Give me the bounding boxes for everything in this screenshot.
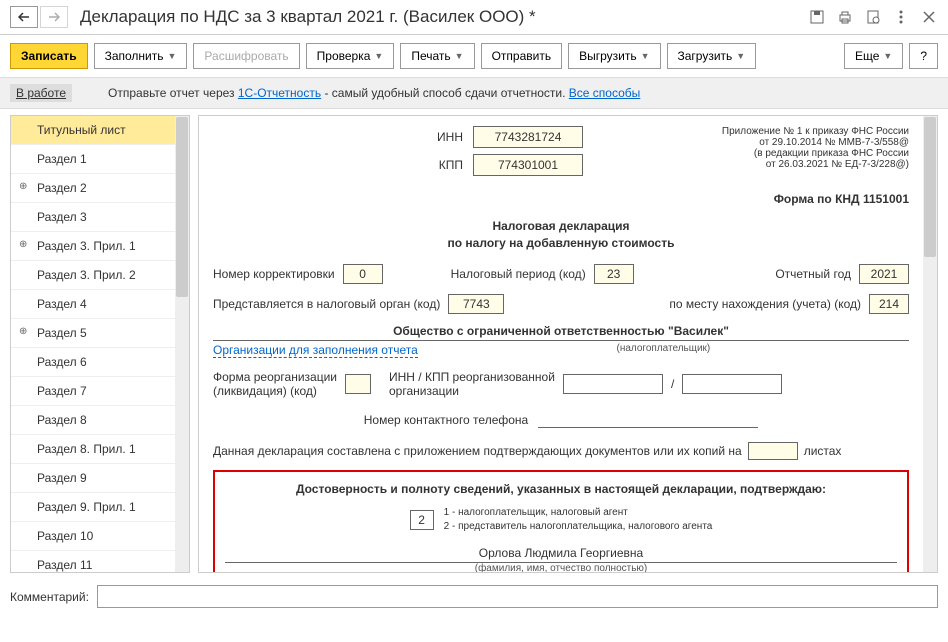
doc-text: Данная декларация составлена с приложени… (213, 444, 742, 458)
corr-label: Номер корректировки (213, 267, 335, 281)
period-label: Налоговый период (код) (451, 267, 586, 281)
toolbar: Записать Заполнить▼ Расшифровать Проверк… (0, 35, 948, 77)
sidebar-item-10[interactable]: Раздел 8 (11, 406, 189, 435)
phone-label: Номер контактного телефона (364, 413, 528, 427)
conf-header: Достоверность и полноту сведений, указан… (225, 482, 897, 496)
more-button[interactable]: Еще▼ (844, 43, 903, 69)
org-name: Общество с ограниченной ответственностью… (213, 324, 909, 341)
comment-input[interactable] (97, 585, 938, 608)
decode-button: Расшифровать (193, 43, 299, 69)
unload-button[interactable]: Выгрузить▼ (568, 43, 660, 69)
sidebar-scrollbar[interactable] (175, 116, 189, 572)
fio-value: Орлова Людмила Георгиевна (225, 546, 897, 563)
chevron-down-icon: ▼ (736, 51, 745, 61)
org-link[interactable]: Организации для заполнения отчета (213, 343, 418, 358)
sidebar-item-7[interactable]: Раздел 5 (11, 319, 189, 348)
sidebar-item-4[interactable]: Раздел 3. Прил. 1 (11, 232, 189, 261)
reorg-inn-field[interactable] (563, 374, 663, 394)
attach-icon[interactable] (864, 8, 882, 26)
reorg-code-field[interactable] (345, 374, 371, 394)
link-all-methods[interactable]: Все способы (569, 86, 641, 100)
sidebar-item-0[interactable]: Титульный лист (11, 116, 189, 145)
appendix-text: Приложение № 1 к приказу ФНС России от 2… (722, 126, 909, 182)
sidebar-item-8[interactable]: Раздел 6 (11, 348, 189, 377)
place-label: по месту нахождения (учета) (код) (669, 297, 861, 311)
inn-field[interactable]: 7743281724 (473, 126, 583, 148)
declaration-title: Налоговая декларация по налогу на добавл… (213, 218, 909, 252)
period-field[interactable]: 23 (594, 264, 634, 284)
link-1c[interactable]: 1С-Отчетность (238, 86, 321, 100)
chevron-down-icon: ▼ (168, 51, 177, 61)
chevron-down-icon: ▼ (374, 51, 383, 61)
status-badge[interactable]: В работе (10, 84, 72, 102)
save-button[interactable]: Записать (10, 43, 88, 69)
chevron-down-icon: ▼ (883, 51, 892, 61)
arrow-left-icon (18, 12, 30, 22)
window-title: Декларация по НДС за 3 квартал 2021 г. (… (80, 7, 808, 27)
sidebar-item-14[interactable]: Раздел 10 (11, 522, 189, 551)
upload-button[interactable]: Загрузить▼ (667, 43, 757, 69)
sidebar-item-12[interactable]: Раздел 9 (11, 464, 189, 493)
nav-fwd-button (40, 6, 68, 28)
sidebar-item-3[interactable]: Раздел 3 (11, 203, 189, 232)
organ-label: Представляется в налоговый орган (код) (213, 297, 440, 311)
print-button[interactable]: Печать▼ (400, 43, 474, 69)
section-sidebar: Титульный листРаздел 1Раздел 2Раздел 3Ра… (10, 115, 190, 573)
fill-button[interactable]: Заполнить▼ (94, 43, 188, 69)
save-icon[interactable] (808, 8, 826, 26)
conf-desc: 1 - налогоплательщик, налоговый агент2 -… (444, 506, 713, 534)
sidebar-item-5[interactable]: Раздел 3. Прил. 2 (11, 261, 189, 290)
kpp-field[interactable]: 774301001 (473, 154, 583, 176)
org-sublabel: (налогоплательщик) (617, 343, 711, 358)
sidebar-item-11[interactable]: Раздел 8. Прил. 1 (11, 435, 189, 464)
phone-field[interactable] (538, 412, 758, 428)
sidebar-item-9[interactable]: Раздел 7 (11, 377, 189, 406)
info-text: Отправьте отчет через 1С-Отчетность - са… (108, 86, 640, 100)
doc-sheets-label: листах (804, 444, 842, 458)
sidebar-item-2[interactable]: Раздел 2 (11, 174, 189, 203)
sidebar-item-13[interactable]: Раздел 9. Прил. 1 (11, 493, 189, 522)
sidebar-item-15[interactable]: Раздел 11 (11, 551, 189, 573)
main-area: Титульный листРаздел 1Раздел 2Раздел 3Ра… (0, 109, 948, 579)
year-label: Отчетный год (775, 267, 851, 281)
reorg-label: Форма реорганизации(ликвидация) (код) (213, 370, 337, 398)
content-panel: ИНН 7743281724 КПП 774301001 Приложение № … (198, 115, 938, 573)
doc-pages-field[interactable] (748, 442, 798, 460)
reorg-kpp-field[interactable] (682, 374, 782, 394)
confirmation-box: Достоверность и полноту сведений, указан… (213, 470, 909, 572)
inn-label: ИНН (413, 130, 463, 144)
info-bar: В работе Отправьте отчет через 1С-Отчетн… (0, 77, 948, 109)
close-icon[interactable] (920, 8, 938, 26)
footer: Комментарий: (0, 579, 948, 614)
kpp-label: КПП (413, 158, 463, 172)
more-icon[interactable] (892, 8, 910, 26)
year-field[interactable]: 2021 (859, 264, 909, 284)
place-field[interactable]: 214 (869, 294, 909, 314)
chevron-down-icon: ▼ (641, 51, 650, 61)
content-scrollbar[interactable] (923, 116, 937, 572)
titlebar: Декларация по НДС за 3 квартал 2021 г. (… (0, 0, 948, 35)
organ-field[interactable]: 7743 (448, 294, 504, 314)
corr-field[interactable]: 0 (343, 264, 383, 284)
sidebar-item-1[interactable]: Раздел 1 (11, 145, 189, 174)
comment-label: Комментарий: (10, 590, 89, 604)
check-button[interactable]: Проверка▼ (306, 43, 395, 69)
sidebar-item-6[interactable]: Раздел 4 (11, 290, 189, 319)
conf-code-field[interactable]: 2 (410, 510, 434, 530)
reorg-inn-label: ИНН / КПП реорганизованнойорганизации (389, 370, 555, 398)
print-icon[interactable] (836, 8, 854, 26)
help-button[interactable]: ? (909, 43, 938, 69)
nav-back-button[interactable] (10, 6, 38, 28)
chevron-down-icon: ▼ (455, 51, 464, 61)
arrow-right-icon (48, 12, 60, 22)
knd-code: Форма по КНД 1151001 (213, 192, 909, 206)
fio-sublabel: (фамилия, имя, отчество полностью) (225, 563, 897, 572)
send-button[interactable]: Отправить (481, 43, 563, 69)
